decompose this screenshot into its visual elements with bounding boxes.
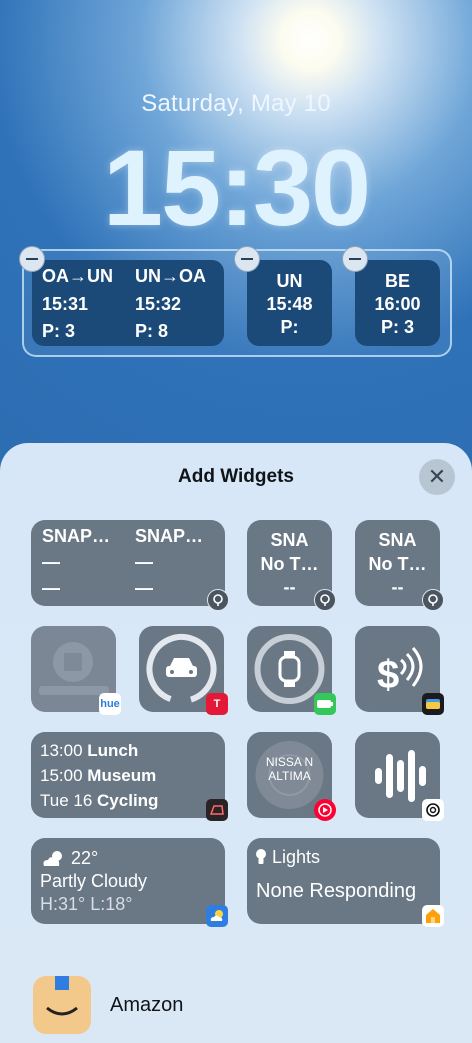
event-title: Cycling [97, 791, 159, 810]
calendar-event: 15:00 Museum [40, 766, 156, 786]
lock-widget-line: P: 8 [135, 321, 169, 341]
lock-widget-line: P: [280, 317, 299, 337]
weather-temperature: 22° [71, 848, 99, 868]
wallet-app-badge [422, 693, 444, 715]
event-time: 15:00 [40, 766, 83, 785]
remove-widget-button[interactable] [19, 246, 45, 272]
lock-widget-transit-wide[interactable]: OA→UN 15:31 P: 3 UN→OA 15:32 P: 8 [32, 260, 224, 346]
home-app-badge [422, 905, 444, 927]
lock-widget-line: 15:31 [42, 294, 89, 314]
widget-calendar[interactable]: 13:00 Lunch 15:00 Museum Tue 16 Cycling [31, 732, 225, 818]
weather-high-low: H:31° L:18° [40, 894, 133, 914]
calendar-app-badge [206, 799, 228, 821]
weather-icon [210, 910, 223, 921]
sheet-title: Add Widgets [178, 466, 294, 487]
widget-weather[interactable]: 22° Partly Cloudy H:31° L:18° [31, 838, 225, 924]
light-placeholder-square [64, 653, 82, 671]
remove-widget-button[interactable] [234, 246, 260, 272]
lock-widget-line: UN→OA [135, 266, 206, 286]
weather-condition: Partly Cloudy [40, 871, 148, 891]
lock-widget-line: 16:00 [374, 294, 421, 314]
wallet-icon [426, 699, 440, 709]
widget-line: — [42, 578, 60, 598]
amazon-app-icon[interactable] [33, 976, 91, 1034]
widget-line: — [42, 552, 60, 572]
calendar-event: Tue 16 Cycling [40, 791, 158, 811]
location-pin-icon [428, 594, 438, 606]
remove-widget-button[interactable] [342, 246, 368, 272]
widget-home-lights[interactable]: Lights None Responding [247, 838, 440, 924]
transit-app-badge [314, 589, 336, 611]
event-time: 13:00 [40, 741, 83, 760]
widget-line: SNAP… [135, 526, 204, 546]
widget-line: No T… [368, 554, 427, 574]
lock-widget-transit-be[interactable]: BE 16:00 P: 3 [355, 260, 440, 346]
partly-cloudy-icon [43, 851, 62, 866]
battery-icon [317, 700, 333, 708]
lights-status: None Responding [256, 880, 417, 902]
calendar-icon [209, 805, 224, 815]
hue-app-badge: hue [99, 693, 121, 715]
lock-widget-transit-un[interactable]: UN 15:48 P: [247, 260, 332, 346]
lock-widget-line: 15:32 [135, 294, 182, 314]
event-time: Tue 16 [40, 791, 93, 810]
lock-date: Saturday, May 10 [141, 90, 331, 117]
widget-snap-wide[interactable]: SNAP… — — SNAP… — — [31, 520, 225, 606]
lightbulb-icon [256, 849, 266, 864]
lock-widget-line: P: 3 [42, 321, 76, 341]
lock-widget-line: UN [276, 271, 303, 291]
play-icon [318, 803, 332, 817]
lock-widget-line: OA→UN [42, 266, 113, 286]
widget-line: — [135, 578, 153, 598]
battery-app-badge [314, 693, 336, 715]
youtube-music-app-badge [314, 799, 336, 821]
amazon-smile-icon [46, 1006, 78, 1016]
placeholder-bar [39, 686, 109, 695]
amazon-app-label[interactable]: Amazon [110, 994, 183, 1017]
transit-app-badge [422, 589, 444, 611]
lights-title: Lights [272, 847, 321, 867]
widget-line: No T… [260, 554, 319, 574]
tesla-app-badge: T [206, 693, 228, 715]
chatgpt-app-badge [422, 799, 444, 821]
lock-time: 15:30 [102, 127, 371, 248]
widget-line: SNA [378, 530, 417, 550]
chatgpt-icon [426, 803, 440, 817]
svg-text:$: $ [377, 653, 399, 697]
lock-widget-line: P: 3 [380, 317, 414, 337]
location-pin-icon [213, 594, 223, 606]
home-icon [426, 909, 440, 923]
location-pin-icon [320, 594, 330, 606]
widget-line: SNA [270, 530, 309, 550]
lock-widget-line: 15:48 [266, 294, 313, 314]
lock-widget-line: BE [384, 271, 410, 291]
close-button[interactable]: ✕ [419, 459, 455, 495]
widget-line: SNAP… [42, 526, 111, 546]
now-playing-title: NISSA N ALTIMA [265, 755, 314, 783]
weather-app-badge [206, 905, 228, 927]
event-title: Lunch [87, 741, 139, 760]
calendar-event: 13:00 Lunch [40, 741, 138, 761]
transit-app-badge [207, 589, 229, 611]
event-title: Museum [87, 766, 157, 785]
widget-line: — [135, 552, 153, 572]
